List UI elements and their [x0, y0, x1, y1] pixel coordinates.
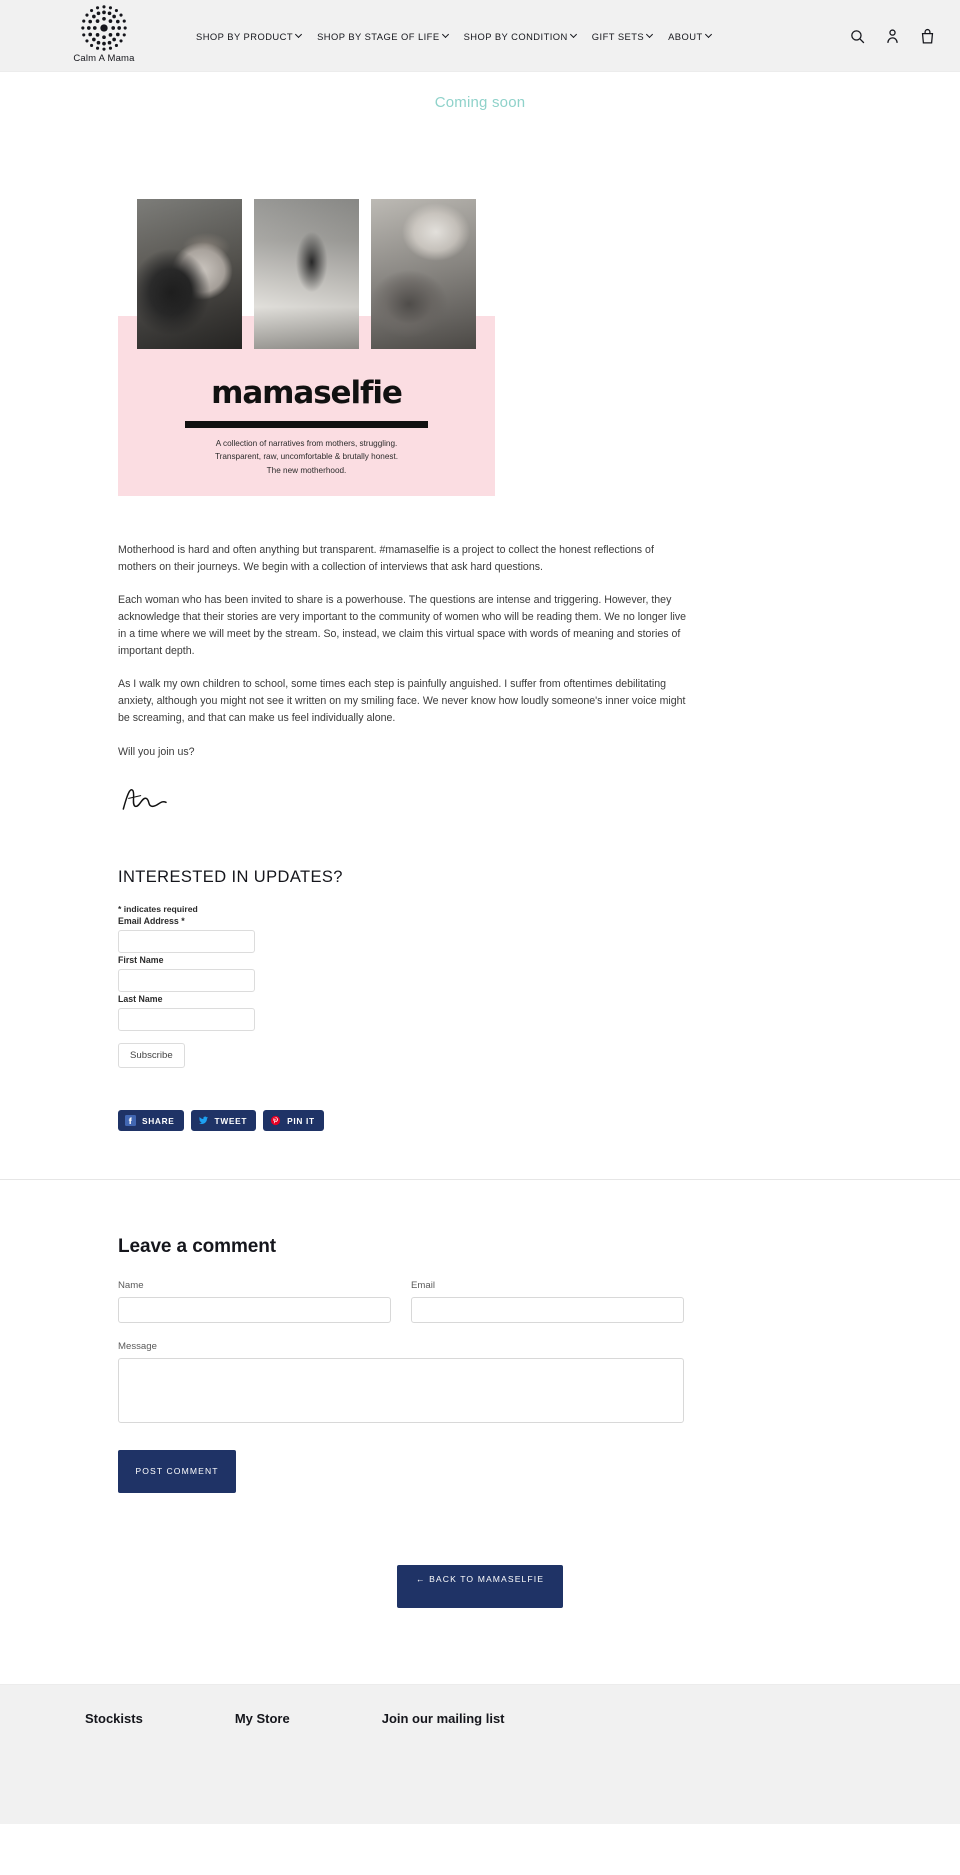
nav-shop-by-condition[interactable]: SHOP BY CONDITION: [464, 31, 577, 42]
nav-gift-sets[interactable]: GIFT SETS: [592, 31, 653, 42]
post-comment-button[interactable]: POST COMMENT: [118, 1450, 236, 1494]
twitter-icon: [198, 1116, 208, 1125]
last-name-label: Last Name: [118, 994, 163, 1005]
site-header: Calm A Mama SHOP BY PRODUCT SHOP BY STAG…: [0, 0, 960, 72]
sleeping-baby-on-chest-photo: [371, 199, 476, 349]
site-footer: Stockists My Store Join our mailing list: [0, 1684, 960, 1825]
share-twitter-button[interactable]: TWEET: [190, 1110, 257, 1132]
article-paragraph: As I walk my own children to school, som…: [118, 678, 686, 724]
nav-label: ABOUT: [668, 30, 703, 42]
account-icon[interactable]: [884, 27, 901, 46]
comment-email-label: Email: [411, 1280, 435, 1292]
article-paragraph: Will you join us?: [118, 745, 195, 758]
title-underline-bar: [185, 421, 428, 428]
mamaselfie-title: mamaselfie: [211, 375, 403, 411]
comment-email-input[interactable]: [411, 1297, 684, 1324]
share-label: TWEET: [214, 1115, 248, 1126]
comment-name-email-row: Name Email: [118, 1280, 684, 1324]
tagline-line-2: Transparent, raw, uncomfortable & brutal…: [214, 452, 399, 462]
email-address-label: Email Address *: [118, 916, 185, 927]
main-navigation: SHOP BY PRODUCT SHOP BY STAGE OF LIFE SH…: [196, 0, 712, 72]
chevron-down-icon: [443, 32, 449, 38]
article-inner: mamaselfie A collection of narratives fr…: [118, 199, 691, 1132]
tagline-line-1: A collection of narratives from mothers,…: [215, 439, 398, 448]
share-button-row: SHARE TWEET PIN IT: [118, 1110, 691, 1132]
comment-form-title: Leave a comment: [118, 1236, 276, 1258]
photo-row: [137, 199, 476, 349]
comment-email-field: Email: [411, 1280, 684, 1324]
comment-name-label: Name: [118, 1280, 144, 1292]
footer-column-stockists: Stockists: [85, 1711, 143, 1726]
header-icon-group: [849, 0, 936, 72]
comment-message-field: Message: [118, 1341, 684, 1428]
comment-message-input[interactable]: [118, 1358, 684, 1424]
first-name-input[interactable]: [118, 969, 255, 993]
chevron-down-icon: [296, 32, 302, 38]
back-to-mamaselfie-button[interactable]: ← BACK TO MAMASELFIE: [397, 1565, 563, 1609]
nav-shop-by-product[interactable]: SHOP BY PRODUCT: [196, 31, 302, 42]
article-paragraph: Each woman who has been invited to share…: [118, 594, 687, 657]
search-icon[interactable]: [849, 27, 866, 46]
share-pinterest-button[interactable]: PIN IT: [263, 1110, 324, 1132]
nav-label: GIFT SETS: [591, 30, 645, 42]
site-logo[interactable]: Calm A Mama: [73, 4, 135, 64]
mother-kissing-baby-photo: [137, 199, 242, 349]
article-paragraph: Motherhood is hard and often anything bu…: [118, 544, 654, 573]
back-button-label: BACK TO MAMASELFIE: [429, 1574, 545, 1585]
tagline-line-3: The new motherhood.: [266, 465, 347, 475]
nav-label: SHOP BY PRODUCT: [196, 30, 294, 42]
announcement-bar: Coming soon: [434, 94, 526, 111]
concentric-dots-logo-icon: [81, 5, 127, 51]
comment-message-label: Message: [118, 1341, 157, 1353]
nav-label: SHOP BY STAGE OF LIFE: [317, 30, 440, 42]
nav-label: SHOP BY CONDITION: [463, 30, 568, 42]
author-signature: [122, 789, 167, 811]
article-body: Motherhood is hard and often anything bu…: [118, 542, 691, 822]
footer-columns: Stockists My Store Join our mailing list: [0, 1685, 960, 1726]
chevron-down-icon: [647, 32, 653, 38]
last-name-input[interactable]: [118, 1008, 255, 1032]
footer-column-title: My Store: [234, 1711, 290, 1727]
facebook-icon: [125, 1115, 136, 1127]
email-address-input[interactable]: [118, 930, 255, 954]
share-facebook-button[interactable]: SHARE: [118, 1110, 184, 1132]
pinterest-icon: [271, 1116, 281, 1126]
comment-form-section: Leave a comment Name Email Message POST …: [118, 1180, 684, 1494]
chevron-down-icon: [706, 32, 712, 38]
mamaselfie-hero-graphic: mamaselfie A collection of narratives fr…: [118, 199, 495, 496]
cart-icon[interactable]: [919, 27, 936, 46]
chevron-down-icon: [571, 32, 577, 38]
back-button-wrap: ← BACK TO MAMASELFIE: [0, 1565, 960, 1609]
comment-name-field: Name: [118, 1280, 391, 1324]
first-name-label: First Name: [118, 955, 164, 966]
footer-column-my-store: My Store: [235, 1711, 290, 1726]
logo-wordmark: Calm A Mama: [73, 53, 135, 64]
share-label: PIN IT: [287, 1115, 315, 1126]
newsletter-section: INTERESTED IN UPDATES? * indicates requi…: [118, 868, 691, 1069]
nav-about[interactable]: ABOUT: [668, 31, 712, 42]
subscribe-button[interactable]: Subscribe: [118, 1043, 185, 1069]
mother-in-hospital-room-photo: [254, 199, 359, 349]
footer-column-mailing-list: Join our mailing list: [382, 1711, 505, 1726]
newsletter-heading: INTERESTED IN UPDATES?: [118, 868, 343, 887]
comment-name-input[interactable]: [118, 1297, 391, 1324]
required-note: * indicates required: [118, 904, 198, 915]
footer-column-title: Stockists: [85, 1711, 143, 1727]
share-label: SHARE: [142, 1115, 175, 1126]
mamaselfie-tagline: A collection of narratives from mothers,…: [118, 437, 495, 477]
footer-column-title: Join our mailing list: [381, 1711, 505, 1727]
back-arrow-icon: ←: [415, 1574, 426, 1585]
article-main: mamaselfie A collection of narratives fr…: [0, 199, 960, 1609]
nav-shop-by-stage-of-life[interactable]: SHOP BY STAGE OF LIFE: [317, 31, 449, 42]
